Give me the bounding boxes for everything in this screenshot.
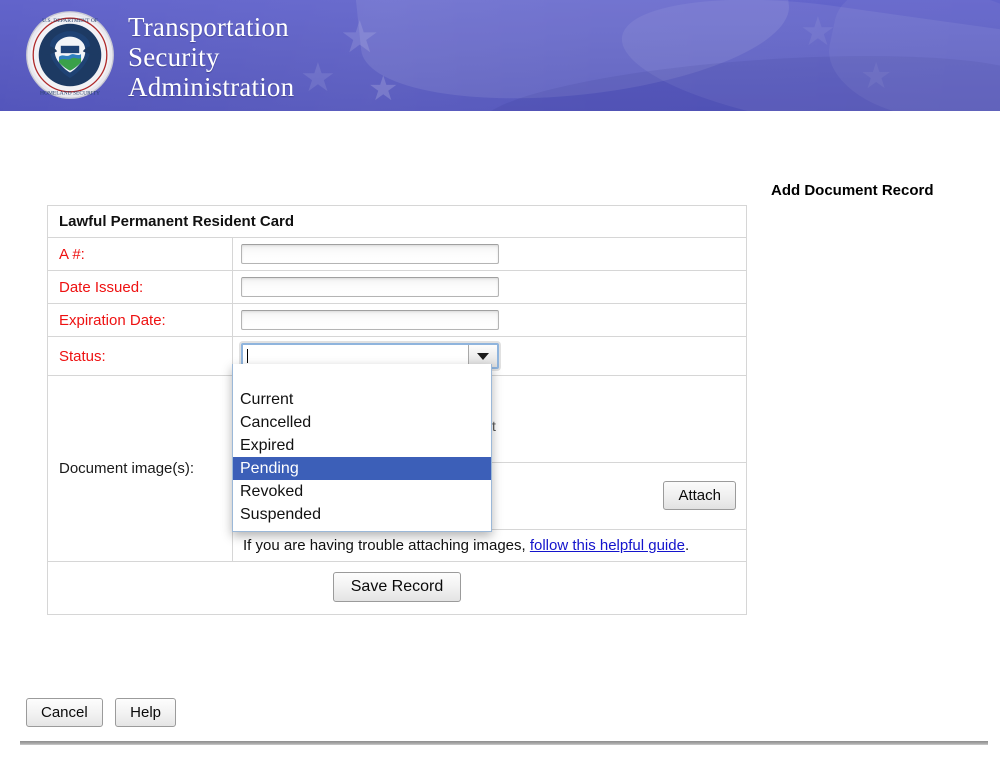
label-expiration-date: Expiration Date: — [47, 303, 233, 337]
table-row-expiration-date: Expiration Date: — [47, 303, 747, 337]
dropdown-option-cancelled[interactable]: Cancelled — [233, 411, 491, 434]
agency-title: Transportation Security Administration — [128, 12, 294, 102]
label-date-issued: Date Issued: — [47, 270, 233, 304]
cancel-button[interactable]: Cancel — [26, 698, 103, 727]
help-button[interactable]: Help — [115, 698, 177, 727]
card-type-title: Lawful Permanent Resident Card — [47, 205, 747, 238]
site-header-banner: ★ ★ ★ ★ ★ U.S. DEPARTMENT OF HOMELAND SE… — [0, 0, 1000, 111]
label-a-number: A #: — [47, 237, 233, 271]
dropdown-option-revoked[interactable]: Revoked — [233, 480, 491, 503]
attach-help-text-end: . — [684, 537, 690, 554]
dropdown-option-suspended[interactable]: Suspended — [233, 503, 491, 526]
table-row-alien-number: A #: — [47, 237, 747, 271]
save-record-button[interactable]: Save Record — [332, 572, 462, 602]
label-document-images: Document image(s): — [47, 375, 233, 562]
footer-divider — [20, 741, 988, 745]
expiration-date-input[interactable] — [241, 310, 499, 330]
dropdown-option-current[interactable]: Current — [233, 388, 491, 411]
dhs-seal-icon: U.S. DEPARTMENT OF HOMELAND SECURITY — [26, 11, 114, 99]
label-status: Status: — [47, 336, 233, 376]
helpful-guide-link[interactable]: follow this helpful guide — [530, 537, 685, 554]
agency-title-line2: Security — [128, 42, 220, 72]
status-dropdown-options[interactable]: Current Cancelled Expired Pending Revoke… — [232, 364, 492, 532]
text-caret — [247, 349, 248, 363]
attach-help-text: If you are having trouble attaching imag… — [243, 537, 530, 554]
form-action-bar: Cancel Help — [26, 698, 184, 727]
dropdown-option-pending[interactable]: Pending — [233, 457, 491, 480]
svg-text:U.S. DEPARTMENT OF: U.S. DEPARTMENT OF — [42, 18, 98, 24]
dropdown-option-expired[interactable]: Expired — [233, 434, 491, 457]
table-row-date-issued: Date Issued: — [47, 270, 747, 304]
svg-text:HOMELAND SECURITY: HOMELAND SECURITY — [40, 91, 100, 97]
attach-help-row: If you are having trouble attaching imag… — [233, 529, 746, 561]
page-title: Add Document Record — [771, 182, 934, 199]
a-number-input[interactable] — [241, 244, 499, 264]
date-issued-input[interactable] — [241, 277, 499, 297]
attach-button[interactable]: Attach — [663, 480, 736, 510]
table-row-save: Save Record — [47, 561, 747, 615]
agency-title-line1: Transportation — [128, 12, 289, 42]
agency-title-line3: Administration — [128, 72, 295, 102]
table-row-card-title: Lawful Permanent Resident Card — [47, 205, 747, 238]
